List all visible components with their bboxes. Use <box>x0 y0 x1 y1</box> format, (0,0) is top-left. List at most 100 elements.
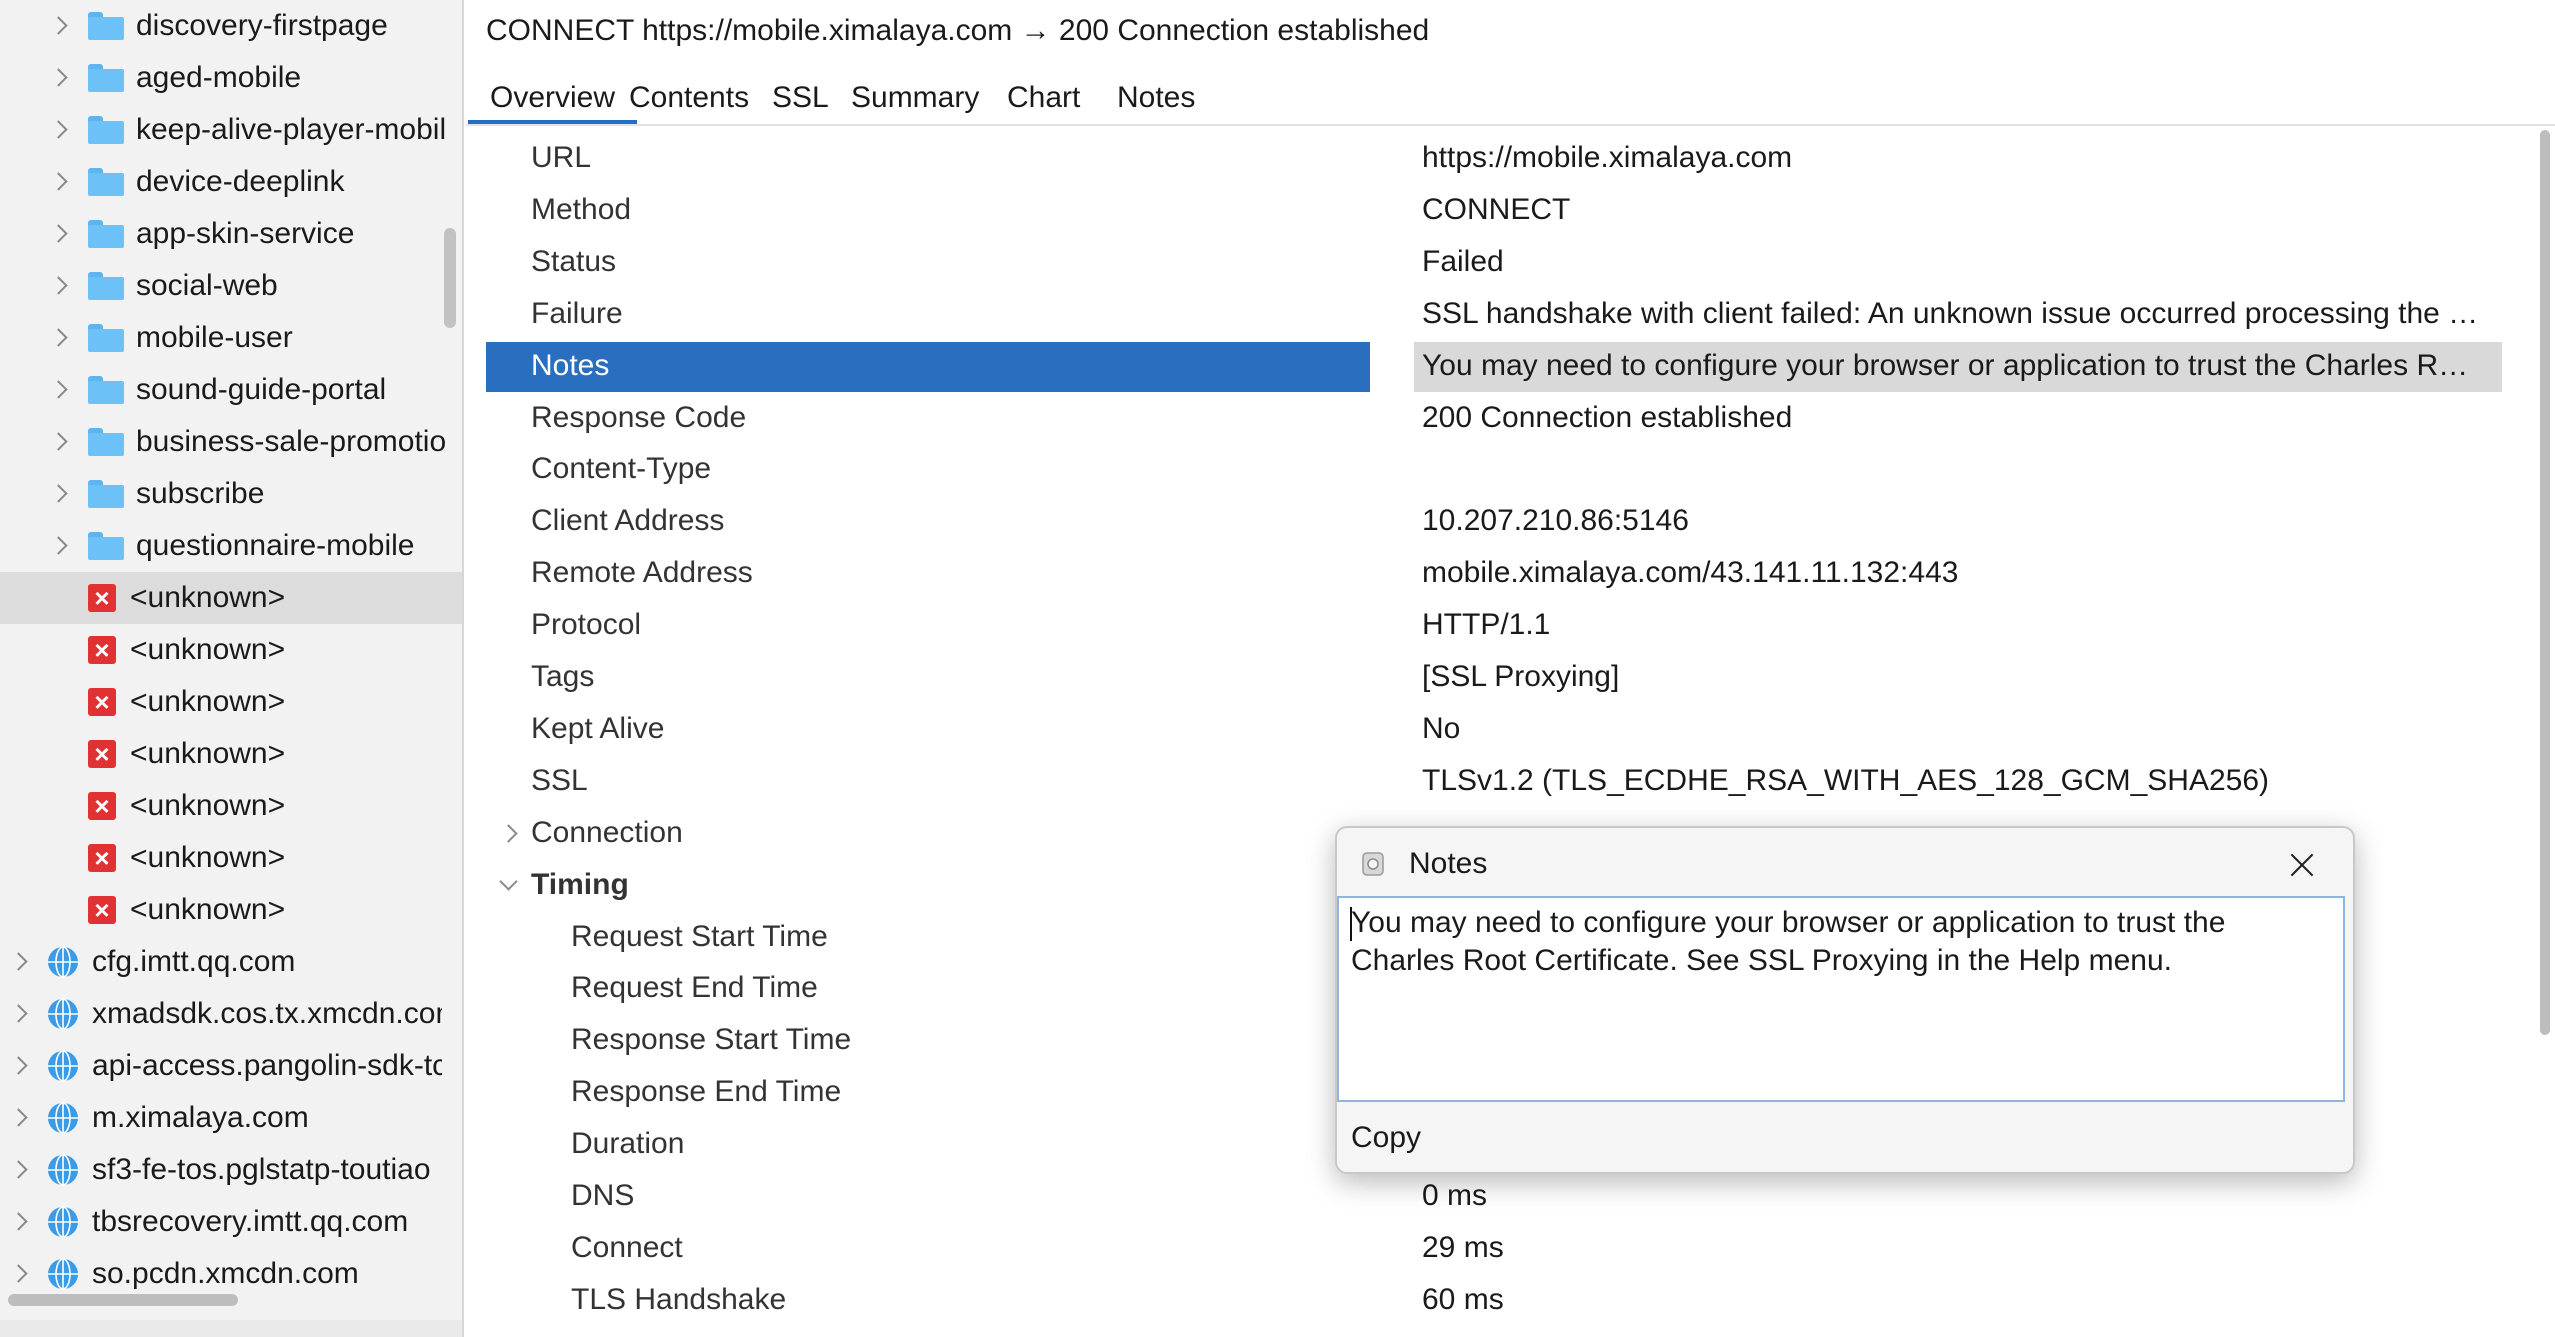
tree-folder-row[interactable]: device-deeplink <box>0 156 462 208</box>
notes-textarea[interactable]: You may need to configure your browser o… <box>1337 896 2345 1102</box>
row-key: Response Start Time <box>571 1023 852 1057</box>
charles-app-icon <box>1362 852 1384 876</box>
overview-row[interactable]: Content-Type <box>486 443 2516 495</box>
tree-host-row[interactable]: m.ximalaya.com <box>0 1092 442 1144</box>
row-key: Notes <box>531 348 610 382</box>
chevron-down-icon[interactable] <box>494 871 524 901</box>
chevron-right-icon[interactable] <box>4 1155 34 1185</box>
error-icon: × <box>88 584 116 612</box>
error-icon: × <box>88 688 116 716</box>
chevron-right-icon[interactable] <box>44 63 74 93</box>
overview-vertical-scrollbar[interactable] <box>2540 130 2550 1035</box>
overview-row[interactable]: URL https://mobile.ximalaya.com <box>486 132 2516 184</box>
chevron-right-icon[interactable] <box>44 479 74 509</box>
tree-folder-row[interactable]: sound-guide-portal <box>0 364 462 416</box>
chevron-right-icon[interactable] <box>4 1103 34 1133</box>
tree-failed-request-row[interactable]: × <unknown> <box>0 728 462 780</box>
tree-folder-label: app-skin-service <box>136 217 355 250</box>
chevron-right-icon[interactable] <box>4 1207 34 1237</box>
copy-button[interactable]: Copy <box>1351 1118 1421 1158</box>
tree-failed-request-row[interactable]: × <unknown> <box>0 572 462 624</box>
tree-folder-label: questionnaire-mobile <box>136 529 415 562</box>
overview-row[interactable]: Response Code 200 Connection established <box>486 392 2516 444</box>
tree-folder-row[interactable]: social-web <box>0 260 462 312</box>
tree-vertical-scrollbar[interactable] <box>444 228 456 328</box>
tree-folder-row[interactable]: discovery-firstpage <box>0 0 462 52</box>
chevron-right-icon[interactable] <box>44 427 74 457</box>
overview-row[interactable]: Kept Alive No <box>486 703 2516 755</box>
row-value: TLSv1.2 (TLS_ECDHE_RSA_WITH_AES_128_GCM_… <box>1422 763 2270 797</box>
chevron-right-icon[interactable] <box>4 947 34 977</box>
tree-folder-row[interactable]: subscribe <box>0 468 462 520</box>
overview-row[interactable]: Method CONNECT <box>486 184 2516 236</box>
tree-failed-request-row[interactable]: × <unknown> <box>0 884 462 936</box>
row-value: 29 ms <box>1422 1230 1504 1264</box>
globe-icon <box>48 946 78 978</box>
row-key: Response Code <box>531 400 747 434</box>
row-key: Content-Type <box>531 452 712 486</box>
host-tree[interactable]: discovery-firstpage aged-mobile keep-alive… <box>0 0 464 1337</box>
tab-notes[interactable]: Notes <box>1095 68 1217 120</box>
error-icon: × <box>88 740 116 768</box>
overview-row[interactable]: DNS 0 ms <box>486 1170 2516 1222</box>
tree-failed-request-row[interactable]: × <unknown> <box>0 676 462 728</box>
tree-host-label: sf3-fe-tos.pglstatp-toutiao <box>92 1153 431 1186</box>
tree-host-row[interactable]: tbsrecovery.imtt.qq.com <box>0 1196 442 1248</box>
chevron-right-icon[interactable] <box>44 219 74 249</box>
row-key: Failure <box>531 296 623 330</box>
tree-host-row[interactable]: sf3-fe-tos.pglstatp-toutiao <box>0 1144 442 1196</box>
overview-row[interactable]: Protocol HTTP/1.1 <box>486 599 2516 651</box>
tree-failed-request-row[interactable]: × <unknown> <box>0 624 462 676</box>
chevron-right-icon[interactable] <box>44 11 74 41</box>
tree-host-row[interactable]: cfg.imtt.qq.com <box>0 936 442 988</box>
tree-request-label: <unknown> <box>130 841 286 874</box>
overview-row[interactable]: SSL TLSv1.2 (TLS_ECDHE_RSA_WITH_AES_128_G… <box>486 755 2516 807</box>
tree-host-row[interactable]: xmadsdk.cos.tx.xmcdn.com <box>0 988 442 1040</box>
overview-row[interactable]: Client Address 10.207.210.86:5146 <box>486 495 2516 547</box>
row-key: Request End Time <box>571 971 818 1005</box>
tree-horizontal-scrollbar[interactable] <box>8 1294 238 1306</box>
row-key: Response End Time <box>571 1075 842 1109</box>
overview-row[interactable]: Status Failed <box>486 236 2516 288</box>
globe-icon <box>48 1206 78 1238</box>
chevron-right-icon[interactable] <box>44 167 74 197</box>
chevron-right-icon[interactable] <box>44 531 74 561</box>
tree-folder-row[interactable]: business-sale-promotio <box>0 416 462 468</box>
row-selection-highlight <box>486 341 1370 392</box>
tree-folder-row[interactable]: mobile-user <box>0 312 462 364</box>
tree-failed-request-row[interactable]: × <unknown> <box>0 780 462 832</box>
chevron-right-icon[interactable] <box>44 115 74 145</box>
chevron-right-icon[interactable] <box>494 819 524 849</box>
chevron-right-icon[interactable] <box>44 271 74 301</box>
row-key: Tags <box>531 660 595 693</box>
tab-contents[interactable]: Contents <box>607 68 771 120</box>
tree-folder-row[interactable]: keep-alive-player-mobil <box>0 104 462 156</box>
chevron-right-icon[interactable] <box>4 1051 34 1081</box>
close-icon[interactable] <box>2277 840 2327 890</box>
overview-row[interactable]: Notes You may need to configure your brow… <box>486 340 2516 392</box>
chevron-right-icon[interactable] <box>44 323 74 353</box>
folder-icon <box>88 64 124 92</box>
tree-failed-request-row[interactable]: × <unknown> <box>0 832 462 884</box>
chevron-right-icon[interactable] <box>44 375 74 405</box>
tree-folder-row[interactable]: aged-mobile <box>0 52 462 104</box>
overview-row[interactable]: TLS Handshake 60 ms <box>486 1274 2516 1326</box>
folder-icon <box>88 12 124 40</box>
tree-host-label: xmadsdk.cos.tx.xmcdn.com <box>92 997 442 1030</box>
overview-row[interactable]: Tags [SSL Proxying] <box>486 651 2516 703</box>
tab-chart[interactable]: Chart <box>985 68 1102 120</box>
tree-host-row[interactable]: so.pcdn.xmcdn.com <box>0 1248 442 1300</box>
tab-summary[interactable]: Summary <box>829 68 1001 120</box>
tree-folder-label: business-sale-promotio <box>136 425 447 458</box>
tree-host-row[interactable]: api-access.pangolin-sdk-tc <box>0 1040 442 1092</box>
overview-row[interactable]: Remote Address mobile.ximalaya.com/43.141… <box>486 547 2516 599</box>
tree-folder-row[interactable]: questionnaire-mobile <box>0 520 462 572</box>
folder-icon <box>88 324 124 352</box>
overview-row[interactable]: Connect 29 ms <box>486 1222 2516 1274</box>
chevron-right-icon[interactable] <box>4 1259 34 1289</box>
overview-row[interactable]: Failure SSL handshake with client failed:… <box>486 288 2516 340</box>
chevron-right-icon[interactable] <box>4 999 34 1029</box>
row-key: SSL <box>531 763 588 797</box>
tree-folder-row[interactable]: app-skin-service <box>0 208 462 260</box>
folder-icon <box>88 428 124 456</box>
